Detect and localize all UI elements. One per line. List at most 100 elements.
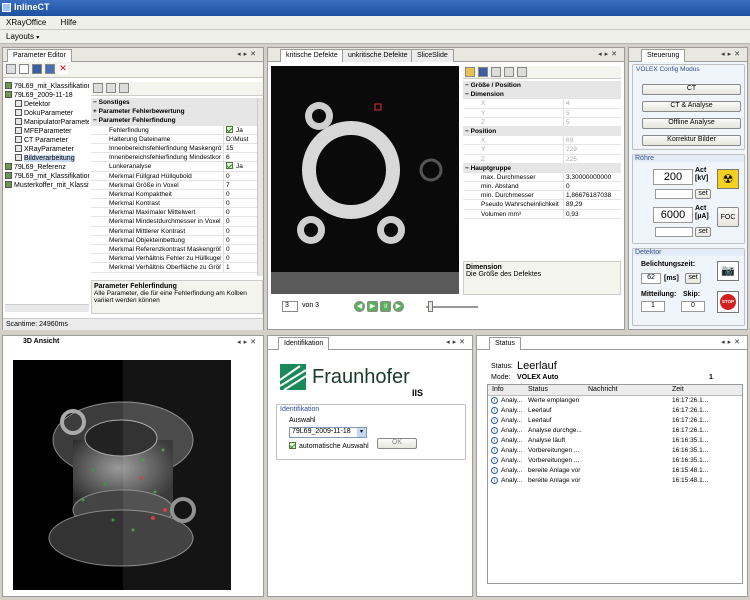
panel-controls-icon[interactable]: ◂▸✕ [598,50,620,58]
property-value[interactable]: 0 [223,199,257,208]
status-row[interactable]: i Analy... bereite Anlage vor 16:15:48.1... [488,476,742,486]
grid-row[interactable]: Y5 [463,108,621,118]
checkbox-icon[interactable] [226,125,233,133]
grid-category[interactable]: − Parameter Fehlerfindung [91,116,257,126]
tree-item[interactable]: 79L69_mit_Klassifikation [5,172,89,181]
grid-category[interactable]: − Dimension [463,90,621,100]
tab-identifikation[interactable]: Identifikation [278,337,330,350]
grid-row[interactable]: Merkmal Kontrast 0 [91,199,257,209]
tree-item[interactable]: CT Parameter [5,136,89,145]
property-value[interactable]: 0 [223,208,257,217]
property-value[interactable]: 89,29 [563,200,621,209]
tree-item[interactable]: XRayParameter [5,145,89,154]
tab-steuerung[interactable]: Steuerung [641,49,686,62]
grid-row[interactable]: min. Abstand 0 [463,182,621,192]
grid-row[interactable]: max. Durchmesser 3,30000000000 [463,172,621,183]
grid-row[interactable]: X4 [463,99,621,109]
property-grid[interactable]: − Sonstiges + Parameter Fehlerbewertung − … [91,98,257,276]
grid-category[interactable]: − Hauptgruppe [463,163,621,173]
save-all-icon[interactable] [45,64,55,74]
status-row[interactable]: i Analy... Werte emplangen 16:17:26.1... [488,396,742,406]
grid-row[interactable]: Merkmal Mindestdurchmesser in Voxel 0 [91,217,257,227]
auto-auswahl-checkbox[interactable]: automatische Auswahl [289,442,369,450]
grid-row[interactable]: Merkmal Größe in Voxel 7 [91,180,257,190]
menu-xrayoffice[interactable]: XRayOffice [0,16,52,29]
grid-row[interactable]: min. Durchmesser 1,86676187038 [463,191,621,201]
offline-analyse-button[interactable]: Offline Analyse [642,118,741,129]
property-value[interactable]: 5 [563,117,621,126]
save-icon[interactable] [478,67,488,77]
panel-controls-icon[interactable]: ◂▸✕ [721,338,743,346]
property-value[interactable]: 225 [563,154,621,163]
kv-set-button[interactable]: set [695,189,711,199]
chevron-down-icon[interactable]: ▾ [357,428,366,437]
next-page-button[interactable]: ▶ [392,301,404,312]
tree-item[interactable]: DokuParameter [5,109,89,118]
tree-item[interactable]: MFEParameter [5,127,89,136]
tree-item[interactable]: 79L69_mit_Klassifikation [5,82,89,91]
grid-row[interactable]: Volumen mm³ 0,93 [463,209,621,219]
panel-controls-icon[interactable]: ◂▸✕ [237,338,259,346]
grid-row[interactable]: Merkmal Mittlerer Kontrast 0 [91,226,257,236]
prev-page-button[interactable]: ▶ [366,301,378,312]
grid-row[interactable]: Merkmal Verhältnis Fehler zu Hüllkugel 0 [91,254,257,264]
status-row[interactable]: i Analy... Analyse durchge... 16:17:26.1... [488,426,742,436]
categorize-icon[interactable] [491,67,501,77]
property-value[interactable]: 1 [223,263,257,272]
grid-row[interactable]: Lunkeranalyse Ja [91,162,257,172]
grid-row[interactable]: Merkmal Referenzkontrast Maskengröße 0 [91,245,257,255]
status-row[interactable]: i Analy... Vorbereitungen ... 16:16:35.1... [488,446,742,456]
property-value[interactable]: 1,86676187038 [563,191,621,200]
foc-button[interactable]: FOC [717,207,739,227]
grid-row[interactable]: Innenbereichsfehlerfindung Mindestkont 6 [91,153,257,163]
col-nachricht[interactable]: Nachricht [588,386,618,393]
property-value[interactable]: 229 [563,145,621,154]
panel-controls-icon[interactable]: ◂▸✕ [721,50,743,58]
property-value[interactable]: 3,30000000000 [563,172,621,182]
parameter-tree[interactable]: 79L69_mit_Klassifikation 79L69_2009-11-18… [5,82,89,312]
alphabetical-icon[interactable] [106,83,116,93]
radiation-icon[interactable]: ☢ [717,169,739,189]
grid-scrollbar[interactable] [257,98,263,276]
tab-parameter-editor[interactable]: Parameter Editor [7,49,72,62]
properties-icon[interactable] [119,83,129,93]
page-input[interactable]: 3 [282,301,298,312]
mitteln-input[interactable]: 1 [641,301,665,312]
tree-item[interactable]: 79L69_2009-11-18 [5,91,89,100]
status-row[interactable]: i Analy... Leerlauf 16:17:26.1... [488,416,742,426]
tab-3d-ansicht[interactable]: 3D Ansicht [23,338,59,345]
tab-status[interactable]: Status [489,337,521,350]
korrektur-bilder-button[interactable]: Korrektur Bilder [642,135,741,146]
stop-button[interactable]: STOP [717,291,739,313]
grid-category[interactable]: − Position [463,126,621,137]
property-value[interactable]: D:\Must [223,134,257,143]
slice-slider[interactable] [426,306,478,308]
camera-icon[interactable]: 📷 [717,261,739,281]
status-row[interactable]: i Analy... Analyse läuft 16:16:35.1... [488,436,742,446]
col-zeit[interactable]: Zeit [672,386,684,393]
grid-row[interactable]: Merkmal Objekteinbettung 0 [91,235,257,245]
grid-category[interactable]: − Sonstiges [91,98,257,108]
property-value[interactable]: 0 [223,235,257,244]
grid-row[interactable]: Merkmal Verhältnis Oberfläche zu Größe 1 [91,263,257,273]
ok-button[interactable]: OK [377,438,417,449]
tab-unkritische-defekte[interactable]: unkritische Defekte [342,49,414,62]
belicht-set-button[interactable]: set [685,273,701,284]
grid-row[interactable]: Z 225 [463,154,621,164]
3d-render-view[interactable] [13,360,231,590]
grid-row[interactable]: Z5 [463,117,621,127]
property-value[interactable]: 15 [223,143,257,153]
property-value[interactable]: Ja [223,125,257,134]
ua-input[interactable] [655,227,693,237]
tree-item[interactable]: Detektor [5,100,89,109]
grid-row[interactable]: Merkmal Maximaler Mittelwert 0 [91,208,257,218]
folder-icon[interactable] [465,67,475,77]
status-row[interactable]: i Analy... Vorbereitungen ... 16:16:35.1... [488,456,742,466]
layouts-menu[interactable]: Layouts [6,32,34,41]
properties-icon[interactable] [517,67,527,77]
panel-controls-icon[interactable]: ◂▸✕ [446,338,468,346]
grid-row[interactable]: Y 229 [463,145,621,155]
property-value[interactable]: 69 [563,136,621,145]
property-value[interactable]: 0,93 [563,209,621,218]
tree-item[interactable]: ManipulatorParameter [5,118,89,127]
